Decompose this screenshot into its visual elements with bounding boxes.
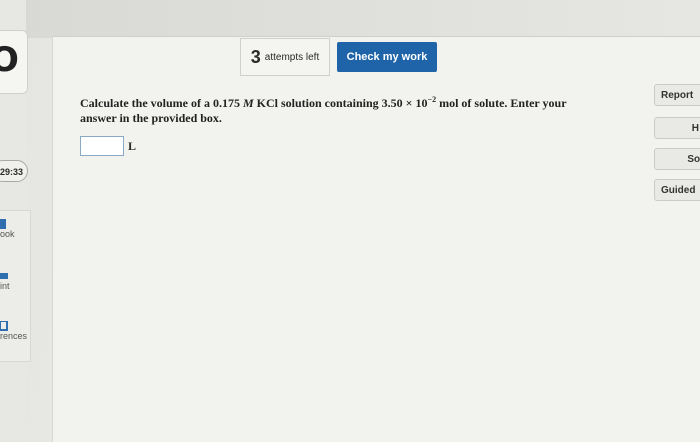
hint-button[interactable]: H [654,117,700,139]
tool-references[interactable]: rences [0,321,30,341]
answer-row: L [80,136,136,156]
references-icon [0,321,8,331]
tool-ebook[interactable]: ook [0,219,30,239]
top-band [0,0,700,38]
solution-button[interactable]: Solu [654,148,700,170]
tool-ebook-label: ook [0,229,15,239]
attempts-text: attempts left [264,51,320,63]
report-button[interactable]: Report [654,84,700,106]
molarity-unit: M [242,96,254,110]
answer-input[interactable] [80,136,124,156]
timer: 29:33 [0,160,28,182]
exponent: −2 [427,95,437,104]
guided-solution-button[interactable]: Guided [654,179,700,201]
tools-panel: ook int rences [0,210,31,362]
logo-icon: O [0,40,19,80]
answer-unit: L [128,138,137,153]
print-icon [0,273,8,279]
tool-print[interactable]: int [0,271,30,291]
attempts-indicator: 3 attempts left [240,38,330,76]
question-text: Calculate the volume of a 0.175 M KCl so… [80,95,567,125]
check-my-work-button[interactable]: Check my work [337,42,437,72]
attempts-count: 3 [250,46,261,67]
tool-references-label: rences [0,331,28,341]
tool-print-label: int [0,281,10,291]
book-icon [0,219,6,229]
